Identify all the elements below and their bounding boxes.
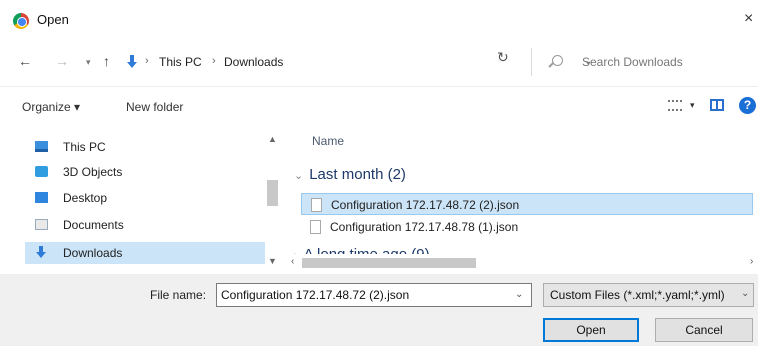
- breadcrumb-separator: ›: [212, 55, 216, 67]
- dialog-footer: File name: Configuration 172.17.48.72 (2…: [0, 274, 758, 346]
- file-row[interactable]: Configuration 172.17.48.72 (2).json: [301, 193, 753, 215]
- scroll-up-icon[interactable]: ▲: [268, 134, 277, 144]
- file-icon: [310, 220, 321, 234]
- scroll-down-icon[interactable]: ▼: [268, 256, 277, 266]
- sidebar-item-label: Documents: [63, 218, 124, 232]
- search-icon: [552, 55, 563, 66]
- breadcrumb-this-pc[interactable]: This PC: [159, 55, 202, 69]
- chevron-down-icon: ⌄: [294, 170, 304, 182]
- group-label: A long time ago (9): [304, 246, 430, 254]
- file-row[interactable]: Configuration 172.17.48.78 (1).json: [301, 216, 753, 238]
- open-file-dialog: Open × ← → ▾ ↑ › This PC › Downloads ⌄ ↻…: [0, 0, 758, 346]
- sidebar-item-downloads[interactable]: Downloads: [25, 242, 265, 264]
- sidebar-item-documents[interactable]: Documents: [25, 214, 265, 236]
- sidebar-scrollbar[interactable]: ▲ ▼: [264, 128, 281, 272]
- forward-button[interactable]: →: [55, 53, 69, 69]
- file-icon: [311, 198, 322, 212]
- navigation-pane: This PC 3D Objects Desktop Documents Dow…: [0, 128, 285, 272]
- sidebar-item-this-pc[interactable]: This PC: [25, 136, 265, 158]
- view-options-dropdown[interactable]: ▾: [690, 100, 695, 111]
- dialog-title: Open: [37, 12, 69, 27]
- sidebar-item-label: Desktop: [63, 191, 108, 205]
- column-header-name[interactable]: Name: [312, 134, 344, 148]
- chrome-app-icon: [13, 13, 29, 29]
- computer-icon: [35, 141, 48, 152]
- 3d-objects-icon: [35, 166, 48, 177]
- scrollbar-thumb[interactable]: [267, 180, 278, 206]
- file-type-value: Custom Files (*.xml;*.yaml;*.yml): [550, 288, 725, 302]
- sidebar-item-label: 3D Objects: [63, 165, 123, 179]
- back-button[interactable]: ←: [18, 53, 32, 69]
- cancel-button[interactable]: Cancel: [655, 318, 753, 342]
- sidebar-item-3d-objects[interactable]: 3D Objects: [25, 161, 265, 183]
- sidebar-item-label: This PC: [63, 140, 106, 154]
- new-folder-button[interactable]: New folder: [126, 100, 183, 114]
- change-view-icon[interactable]: [668, 100, 682, 111]
- preview-pane-icon[interactable]: [710, 99, 724, 111]
- search-input[interactable]: Search Downloads: [531, 48, 751, 76]
- command-toolbar: Organize ▾ New folder ▾ ?: [0, 86, 758, 126]
- recent-locations-button[interactable]: ▾: [86, 57, 91, 68]
- file-name: Configuration 172.17.48.78 (1).json: [330, 220, 519, 234]
- documents-icon: [35, 219, 48, 230]
- group-header-last-month[interactable]: ⌄ Last month (2): [294, 166, 406, 183]
- open-button[interactable]: Open: [543, 318, 639, 342]
- chevron-down-icon: ⌄: [739, 288, 750, 299]
- breadcrumb-separator: ›: [145, 55, 149, 67]
- file-list: Name ⌄ Last month (2) Configuration 172.1…: [288, 128, 758, 272]
- close-button[interactable]: ×: [744, 10, 753, 28]
- organize-button[interactable]: Organize ▾: [22, 100, 80, 114]
- refresh-button[interactable]: ↻: [497, 49, 509, 66]
- file-type-select[interactable]: Custom Files (*.xml;*.yaml;*.yml) ⌄: [543, 283, 754, 307]
- scroll-left-icon[interactable]: ‹: [291, 256, 294, 267]
- scroll-right-icon[interactable]: ›: [750, 256, 753, 267]
- title-bar: Open ×: [0, 0, 758, 40]
- scrollbar-thumb[interactable]: [302, 258, 476, 268]
- file-name-input[interactable]: Configuration 172.17.48.72 (2).json ⌄: [216, 283, 532, 307]
- chevron-down-icon[interactable]: ⌄: [515, 289, 523, 300]
- address-bar[interactable]: › This PC › Downloads ⌄: [122, 48, 592, 76]
- sidebar-item-label: Downloads: [63, 246, 123, 260]
- file-name-value: Configuration 172.17.48.72 (2).json: [221, 288, 410, 302]
- file-name-label: File name:: [150, 288, 207, 302]
- help-icon[interactable]: ?: [739, 97, 756, 114]
- up-button[interactable]: ↑: [103, 53, 110, 69]
- sidebar-item-desktop[interactable]: Desktop: [25, 187, 265, 209]
- desktop-icon: [35, 192, 48, 203]
- group-header-long-ago[interactable]: ›A long time ago (9): [294, 246, 430, 254]
- search-placeholder: Search Downloads: [582, 55, 683, 69]
- downloads-icon: [127, 55, 137, 69]
- group-label: Last month (2): [309, 166, 406, 183]
- address-row: ← → ▾ ↑ › This PC › Downloads ⌄ ↻ Search…: [0, 44, 758, 80]
- file-list-horizontal-scrollbar[interactable]: ‹ ›: [288, 254, 758, 272]
- file-name: Configuration 172.17.48.72 (2).json: [331, 198, 520, 212]
- breadcrumb-downloads[interactable]: Downloads: [224, 55, 283, 69]
